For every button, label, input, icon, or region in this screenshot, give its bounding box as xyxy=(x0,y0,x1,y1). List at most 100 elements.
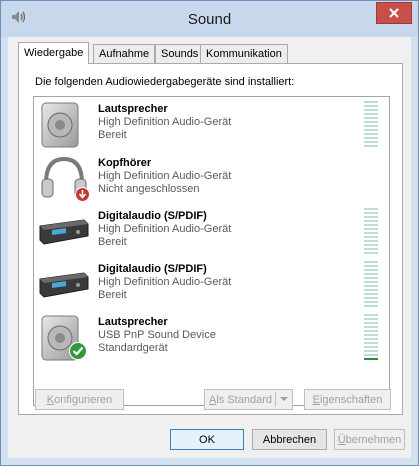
close-button[interactable] xyxy=(376,2,412,24)
meter-segment xyxy=(364,248,378,250)
meter-segment xyxy=(364,216,378,218)
cancel-button[interactable]: Abbrechen xyxy=(252,429,327,450)
tab-aufnahme[interactable]: Aufnahme xyxy=(93,44,156,63)
meter-segment xyxy=(364,285,378,287)
meter-segment xyxy=(364,281,378,283)
meter-segment xyxy=(364,137,378,139)
sound-dialog: Sound Wiedergabe Aufnahme Sounds Kommuni… xyxy=(0,0,419,466)
configure-button[interactable]: Konfigurieren xyxy=(35,389,124,410)
dropdown-divider xyxy=(275,392,276,407)
meter-segment xyxy=(364,354,378,356)
device-name: Digitalaudio (S/PDIF) xyxy=(98,263,207,275)
meter-segment xyxy=(364,326,378,328)
set-default-button[interactable]: Als Standard xyxy=(204,389,293,410)
device-item[interactable]: Lautsprecher High Definition Audio-Gerät… xyxy=(34,97,389,151)
dialog-content: Wiedergabe Aufnahme Sounds Kommunikation… xyxy=(8,37,411,458)
meter-segment xyxy=(364,301,378,303)
meter-segment xyxy=(364,121,378,123)
meter-segment xyxy=(364,208,378,210)
volume-meter xyxy=(364,261,378,309)
tab-sounds[interactable]: Sounds xyxy=(155,44,205,63)
meter-segment xyxy=(364,342,378,344)
device-item[interactable]: Digitalaudio (S/PDIF) High Definition Au… xyxy=(34,257,389,311)
device-status: Bereit xyxy=(98,129,127,141)
meter-segment xyxy=(364,117,378,119)
meter-segment xyxy=(364,330,378,332)
meter-segment xyxy=(364,113,378,115)
title-bar[interactable]: Sound xyxy=(1,1,418,37)
meter-segment xyxy=(364,145,378,147)
digital-audio-icon xyxy=(38,259,90,311)
meter-segment xyxy=(364,252,378,254)
meter-segment xyxy=(364,125,378,127)
device-description: High Definition Audio-Gerät xyxy=(98,276,232,288)
close-icon xyxy=(389,8,399,18)
meter-segment xyxy=(364,109,378,111)
device-status: Nicht angeschlossen xyxy=(98,183,200,195)
meter-segment xyxy=(364,305,378,307)
device-status: Bereit xyxy=(98,236,127,248)
meter-segment xyxy=(364,350,378,352)
default-check-badge-icon xyxy=(69,342,87,363)
tab-wiedergabe[interactable]: Wiedergabe xyxy=(18,42,90,64)
meter-segment xyxy=(364,318,378,320)
set-default-label: ls Standard xyxy=(216,394,272,406)
unplugged-badge-icon xyxy=(75,187,90,205)
device-item[interactable]: Lautsprecher USB PnP Sound Device Standa… xyxy=(34,310,389,364)
panel-description: Die folgenden Audiowiedergabegeräte sind… xyxy=(35,76,295,88)
meter-segment xyxy=(364,220,378,222)
speaker-icon xyxy=(38,99,90,151)
tab-kommunikation[interactable]: Kommunikation xyxy=(200,44,288,63)
window-title: Sound xyxy=(187,11,232,28)
volume-meter xyxy=(364,101,378,149)
device-item[interactable]: Kopfhörer High Definition Audio-Gerät Ni… xyxy=(34,151,389,205)
device-name: Lautsprecher xyxy=(98,316,168,328)
volume-meter xyxy=(364,314,378,362)
meter-segment xyxy=(364,334,378,336)
meter-segment xyxy=(364,297,378,299)
meter-segment xyxy=(364,101,378,103)
meter-segment xyxy=(364,346,378,348)
meter-segment xyxy=(364,240,378,242)
meter-segment xyxy=(364,244,378,246)
device-status: Standardgerät xyxy=(98,342,168,354)
meter-segment xyxy=(364,236,378,238)
apply-label: bernehmen xyxy=(345,434,402,446)
apply-button[interactable]: Übernehmen xyxy=(334,429,405,450)
device-description: USB PnP Sound Device xyxy=(98,329,216,341)
meter-segment xyxy=(364,269,378,271)
chevron-down-icon[interactable] xyxy=(279,390,289,417)
digital-audio-icon xyxy=(38,206,90,258)
device-description: High Definition Audio-Gerät xyxy=(98,170,232,182)
meter-segment xyxy=(364,212,378,214)
meter-segment xyxy=(364,322,378,324)
meter-segment xyxy=(364,133,378,135)
meter-segment xyxy=(364,338,378,340)
meter-segment xyxy=(364,228,378,230)
meter-segment xyxy=(364,224,378,226)
device-list[interactable]: Lautsprecher High Definition Audio-Gerät… xyxy=(33,96,390,406)
meter-segment xyxy=(364,265,378,267)
properties-label: igenschaften xyxy=(319,394,383,406)
device-item[interactable]: Digitalaudio (S/PDIF) High Definition Au… xyxy=(34,204,389,258)
device-name: Digitalaudio (S/PDIF) xyxy=(98,210,207,222)
device-description: High Definition Audio-Gerät xyxy=(98,223,232,235)
volume-meter xyxy=(364,208,378,256)
meter-segment xyxy=(364,273,378,275)
properties-button[interactable]: Eigenschaften xyxy=(304,389,391,410)
properties-mnemonic: E xyxy=(312,394,320,406)
device-name: Lautsprecher xyxy=(98,103,168,115)
meter-segment xyxy=(364,293,378,295)
meter-segment xyxy=(364,277,378,279)
meter-segment xyxy=(364,232,378,234)
playback-panel: Die folgenden Audiowiedergabegeräte sind… xyxy=(18,63,403,415)
meter-segment xyxy=(364,261,378,263)
meter-segment xyxy=(364,358,378,360)
meter-segment xyxy=(364,141,378,143)
device-description: High Definition Audio-Gerät xyxy=(98,116,232,128)
device-name: Kopfhörer xyxy=(98,157,152,169)
ok-button[interactable]: OK xyxy=(170,429,244,450)
meter-segment xyxy=(364,289,378,291)
configure-label: onfigurieren xyxy=(54,394,113,406)
meter-segment xyxy=(364,129,378,131)
